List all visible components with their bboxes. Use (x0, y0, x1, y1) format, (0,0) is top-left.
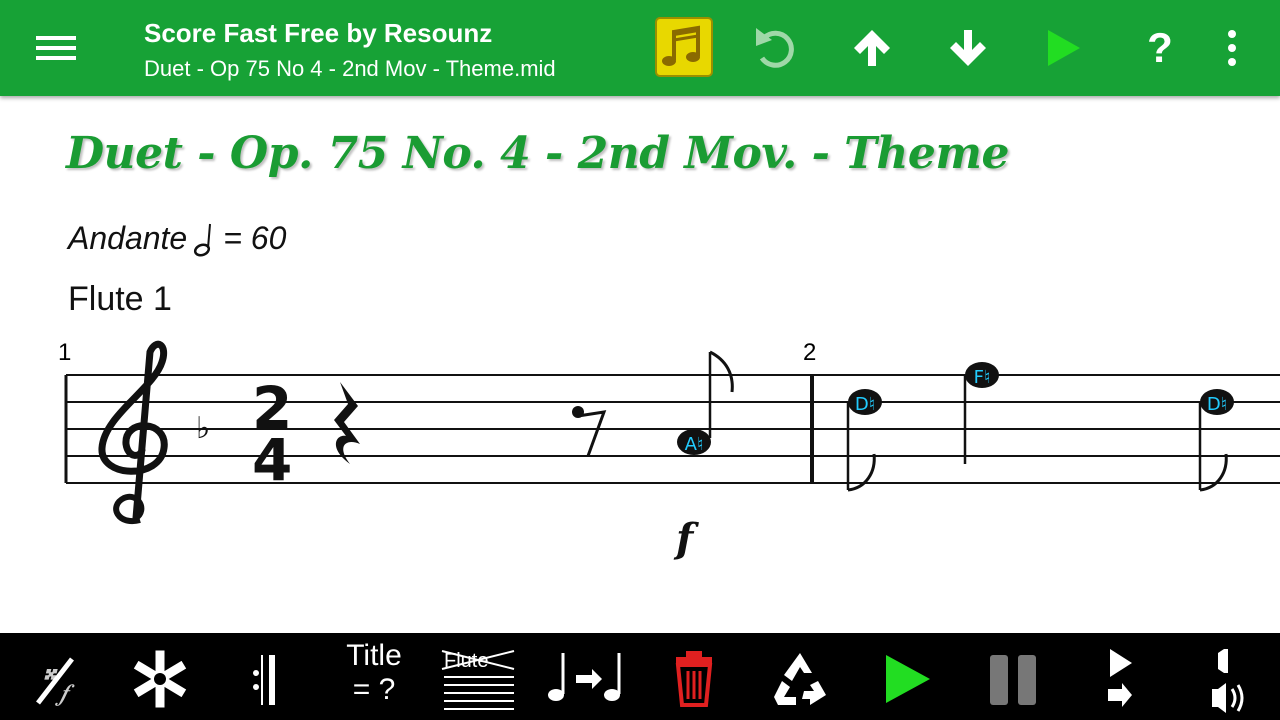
help-icon: ? (1147, 24, 1173, 71)
note-d-natural[interactable]: D♮ (1198, 389, 1234, 492)
volume-button[interactable] (1176, 641, 1272, 713)
note-replace-button[interactable] (540, 641, 636, 713)
note-label: D♮ (1207, 394, 1227, 415)
asterisk-icon (133, 650, 187, 708)
quarter-rest[interactable] (334, 382, 360, 464)
tempo-marking[interactable]: Andante = 60 (68, 220, 286, 257)
more-options-button[interactable] (1200, 16, 1264, 80)
staff-lines (64, 374, 1280, 484)
note-d-natural[interactable]: D♮ (846, 389, 882, 492)
ornament-button[interactable]: 𝄪 𝆑 (8, 641, 104, 713)
svg-text:?: ? (1147, 24, 1173, 71)
score-title[interactable]: Duet - Op. 75 No. 4 - 2nd Mov. - Theme (66, 128, 1009, 179)
more-vert-icon (1228, 30, 1236, 66)
treble-clef-icon[interactable] (98, 340, 168, 525)
tempo-word: Andante (68, 220, 188, 256)
recycle-icon (774, 653, 826, 705)
note-label: D♮ (855, 394, 875, 415)
eighth-rest[interactable] (572, 406, 607, 457)
title-button-line2: = ? (352, 673, 396, 706)
file-name: Duet - Op 75 No 4 - 2nd Mov - Theme.mid (144, 56, 556, 81)
note-label: A♮ (685, 434, 704, 455)
undo-button[interactable] (744, 16, 808, 80)
half-note-icon (194, 223, 212, 257)
bottom-toolbar: 𝄪 𝆑 Title = ? Flute (0, 633, 1280, 720)
help-button[interactable]: ? (1128, 16, 1192, 80)
dynamic-forte[interactable]: f (673, 515, 699, 560)
move-up-button[interactable] (840, 16, 904, 80)
move-down-button[interactable] (936, 16, 1000, 80)
music-library-icon (655, 17, 713, 77)
svg-text:𝆑: 𝆑 (54, 679, 75, 707)
note-f-natural[interactable]: F♮ (963, 362, 999, 464)
play-button-bottom[interactable] (860, 641, 956, 713)
instrument-name[interactable]: Flute 1 (68, 280, 172, 319)
app-title: Score Fast Free by Resounz (144, 18, 493, 48)
undo-icon (756, 28, 794, 68)
delete-icon (675, 651, 713, 707)
recycle-button[interactable] (752, 641, 848, 713)
step-forward-button[interactable] (1072, 641, 1168, 713)
time-signature-bottom[interactable]: 4 (252, 426, 292, 494)
measure-number-1: 1 (58, 339, 71, 366)
measure-number-2: 2 (803, 339, 816, 366)
ornament-icon: 𝄪 𝆑 (36, 656, 75, 707)
barline-button[interactable] (220, 641, 316, 713)
note-replace-icon (548, 653, 621, 701)
arrow-up-icon (854, 30, 890, 66)
volume-icon (1212, 649, 1244, 713)
title-button-line1: Title (346, 639, 402, 672)
pause-icon (990, 655, 1036, 705)
key-signature-flat[interactable]: ♭ (196, 411, 210, 446)
menu-icon (36, 36, 76, 60)
step-forward-icon (1108, 649, 1132, 707)
music-staff[interactable]: 1 2 ♭ 2 4 A♮ f D♮ F♮ D♮ (0, 330, 1280, 560)
arrow-down-icon (950, 30, 986, 66)
pause-button[interactable] (966, 641, 1062, 713)
stave-edit-icon: Flute (441, 650, 515, 710)
play-icon (1048, 30, 1080, 66)
stave-edit-button[interactable]: Flute (432, 641, 528, 713)
note-label: F♮ (974, 367, 991, 388)
tempo-value: = 60 (223, 220, 287, 256)
play-icon (886, 655, 930, 703)
delete-button[interactable] (646, 641, 742, 713)
music-library-button[interactable] (652, 16, 716, 80)
play-button[interactable] (1032, 16, 1096, 80)
title-button[interactable]: Title = ? (332, 639, 416, 715)
menu-button[interactable] (32, 28, 80, 68)
barline-icon (253, 655, 275, 705)
note-a-natural[interactable]: A♮ (677, 350, 734, 455)
asterisk-button[interactable] (112, 641, 208, 713)
top-app-bar: Score Fast Free by Resounz Duet - Op 75 … (0, 0, 1280, 96)
